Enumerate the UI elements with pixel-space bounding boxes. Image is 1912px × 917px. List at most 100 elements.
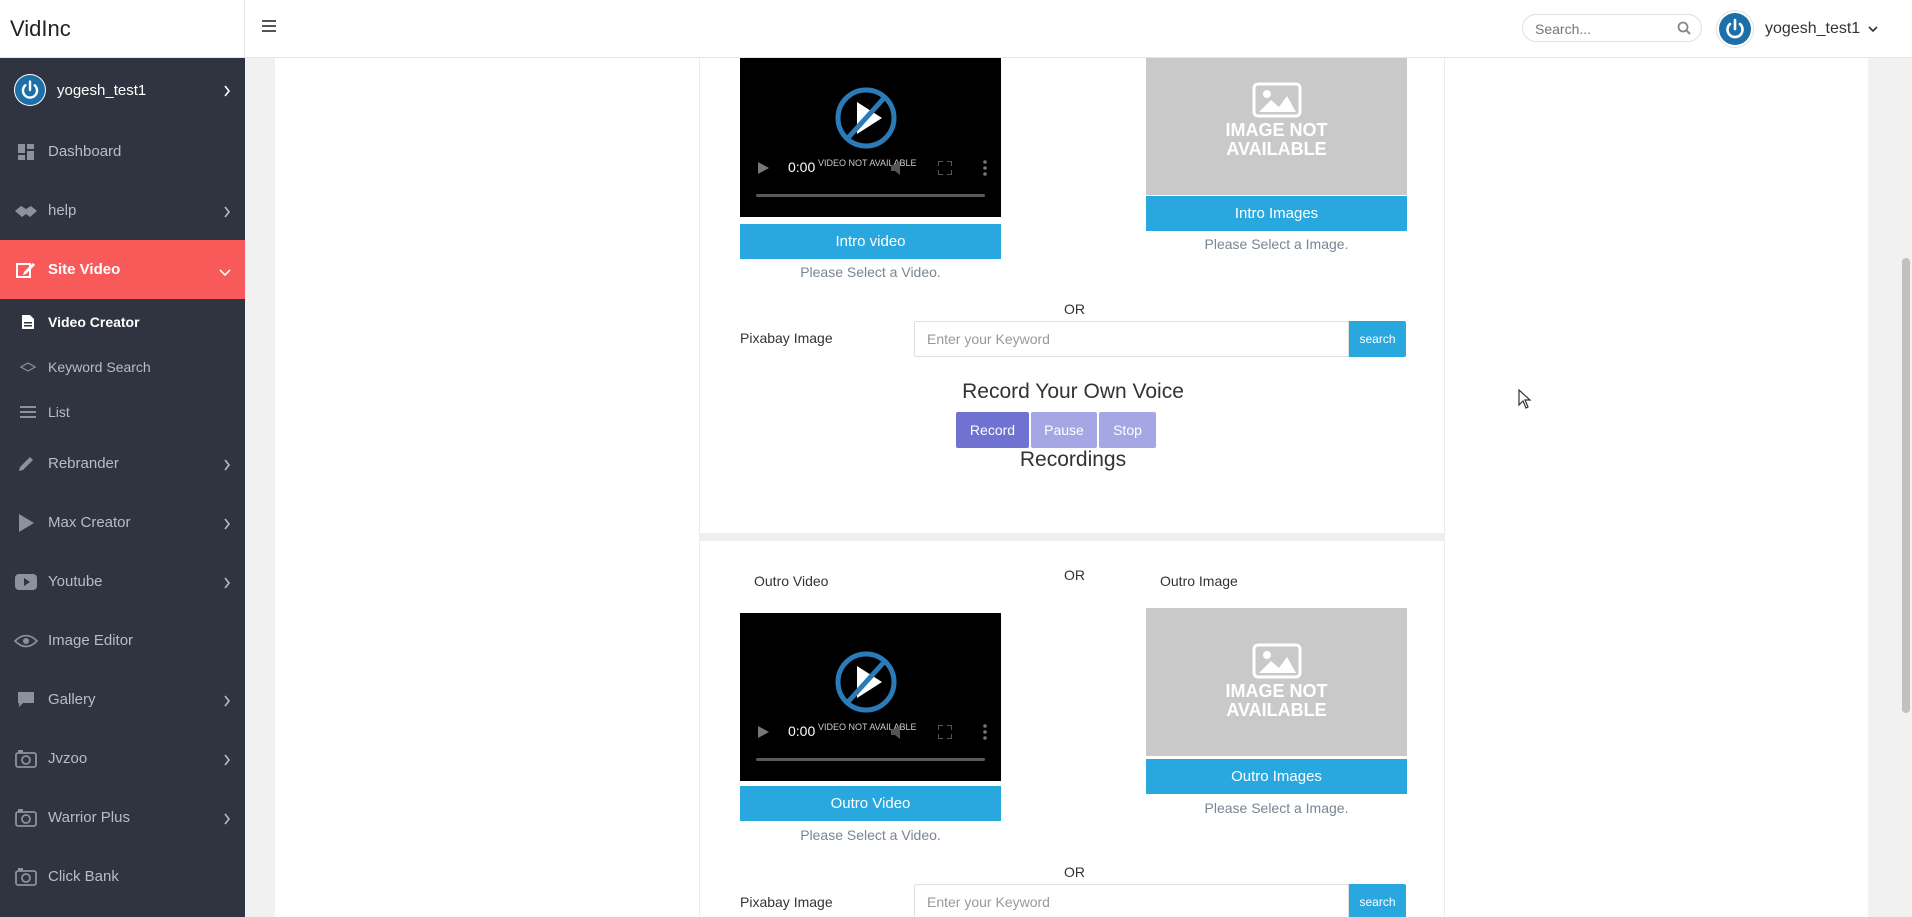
chevron-down-icon (1868, 20, 1878, 38)
video-controls[interactable]: 0:00 (758, 722, 987, 742)
video-controls[interactable]: 0:00 (758, 158, 987, 178)
chevron-right-icon (223, 205, 231, 222)
eye-icon (14, 634, 38, 648)
edit-icon (14, 261, 38, 279)
mute-icon[interactable] (891, 725, 907, 739)
fullscreen-icon[interactable] (938, 161, 952, 175)
or-divider: OR (1064, 567, 1085, 583)
search-icon[interactable] (1677, 21, 1691, 40)
sidebar-item-rebrander[interactable]: Rebrander (0, 434, 245, 493)
sidebar-item-label: Video Creator (48, 313, 140, 330)
image-unavailable-line2: AVAILABLE (1226, 700, 1327, 720)
outro-images-button[interactable]: Outro Images (1146, 759, 1407, 794)
sidebar-item-site-video[interactable]: Site Video (0, 240, 245, 299)
chevron-right-icon (223, 694, 231, 711)
sidebar-item-label: help (48, 202, 77, 219)
file-icon (20, 314, 36, 329)
intro-video-hint: Please Select a Video. (800, 264, 941, 280)
outro-card: Outro Video OR Outro Image VIDEO NOT AVA… (699, 541, 1445, 917)
comment-icon (14, 691, 38, 709)
layers-icon (20, 361, 36, 373)
outro-video-player[interactable]: VIDEO NOT AVAILABLE 0:00 (740, 613, 1001, 781)
sidebar-item-video-creator[interactable]: Video Creator (0, 299, 245, 344)
list-icon (20, 405, 36, 418)
sidebar-item-label: Jvzoo (48, 750, 88, 767)
more-options-icon[interactable] (983, 724, 987, 740)
top-search (1522, 14, 1702, 42)
pixabay-label: Pixabay Image (740, 894, 833, 910)
intro-images-button[interactable]: Intro Images (1146, 196, 1407, 231)
keyword-input[interactable] (914, 884, 1349, 917)
page-scrollbar[interactable] (1898, 58, 1912, 917)
sidebar-item-youtube[interactable]: Youtube (0, 552, 245, 611)
user-menu[interactable]: yogesh_test1 (1716, 9, 1878, 49)
video-progress-bar[interactable] (756, 758, 985, 761)
sidebar-item-warrior-plus[interactable]: Warrior Plus (0, 788, 245, 847)
keyword-input[interactable] (914, 321, 1349, 357)
outro-video-hint: Please Select a Video. (800, 827, 941, 843)
search-input[interactable] (1535, 21, 1665, 37)
avatar (1716, 10, 1754, 48)
search-button[interactable]: search (1349, 321, 1406, 357)
sidebar-item-max-creator[interactable]: Max Creator (0, 493, 245, 552)
sidebar-item-dashboard[interactable]: Dashboard (0, 122, 245, 181)
chevron-right-icon (223, 753, 231, 770)
sidebar-user[interactable]: yogesh_test1 (0, 58, 245, 122)
image-unavailable-line2: AVAILABLE (1226, 139, 1327, 159)
play-icon[interactable] (758, 726, 769, 738)
outro-video-button[interactable]: Outro Video (740, 786, 1001, 821)
pixabay-label: Pixabay Image (740, 330, 833, 346)
sidebar-item-image-editor[interactable]: Image Editor (0, 611, 245, 670)
outro-image-label: Outro Image (1160, 573, 1238, 589)
sidebar-item-label: Image Editor (48, 632, 134, 649)
video-unavailable-icon (835, 651, 897, 713)
sidebar-item-list[interactable]: List (0, 389, 245, 434)
menu-toggle-icon[interactable] (262, 20, 276, 32)
camera-icon (14, 749, 38, 768)
or-divider: OR (1064, 301, 1085, 317)
record-button[interactable]: Record (956, 412, 1029, 448)
camera-icon (14, 808, 38, 827)
intro-video-player[interactable]: VIDEO NOT AVAILABLE 0:00 (740, 58, 1001, 217)
youtube-icon (14, 573, 38, 590)
outro-video-label: Outro Video (754, 573, 829, 589)
pause-button[interactable]: Pause (1031, 412, 1097, 448)
intro-image-hint: Please Select a Image. (1204, 236, 1349, 252)
sidebar-item-jvzoo[interactable]: Jvzoo (0, 729, 245, 788)
handshake-icon (14, 203, 38, 219)
chevron-down-icon (219, 264, 231, 281)
avatar (14, 74, 46, 106)
sidebar-item-gallery[interactable]: Gallery (0, 670, 245, 729)
sidebar-item-label: List (48, 403, 70, 420)
header-username: yogesh_test1 (1765, 20, 1861, 37)
video-progress-bar[interactable] (756, 194, 985, 197)
play-icon[interactable] (758, 162, 769, 174)
chevron-right-icon (223, 812, 231, 829)
brand-logo[interactable]: VidInc (0, 0, 245, 58)
intro-video-button[interactable]: Intro video (740, 224, 1001, 259)
recordings-heading: Recordings (1019, 448, 1127, 471)
sidebar-item-label: Keyword Search (48, 358, 151, 375)
outro-image-placeholder[interactable]: IMAGE NOT AVAILABLE (1146, 608, 1407, 756)
sidebar-item-label: Warrior Plus (48, 809, 130, 826)
sidebar-username: yogesh_test1 (57, 81, 147, 99)
intro-card: VIDEO NOT AVAILABLE 0:00 Intro video Ple… (699, 58, 1445, 538)
sidebar-item-keyword-search[interactable]: Keyword Search (0, 344, 245, 389)
more-options-icon[interactable] (983, 160, 987, 176)
scrollbar-thumb[interactable] (1902, 258, 1910, 713)
mute-icon[interactable] (891, 161, 907, 175)
chevron-right-icon (223, 84, 231, 101)
image-unavailable-line1: IMAGE NOT (1225, 681, 1328, 701)
card-divider (699, 533, 1445, 541)
sidebar-item-label: Site Video (48, 261, 121, 278)
dashboard-icon (14, 143, 38, 160)
fullscreen-icon[interactable] (938, 725, 952, 739)
search-button[interactable]: search (1349, 884, 1406, 917)
sidebar-item-help[interactable]: help (0, 181, 245, 240)
sidebar-item-label: Dashboard (48, 143, 122, 160)
stop-button[interactable]: Stop (1099, 412, 1156, 448)
record-voice-heading: Record Your Own Voice (962, 380, 1184, 403)
image-icon (1252, 82, 1302, 118)
intro-image-placeholder[interactable]: IMAGE NOT AVAILABLE (1146, 58, 1407, 195)
sidebar-item-click-bank[interactable]: Click Bank (0, 847, 245, 906)
